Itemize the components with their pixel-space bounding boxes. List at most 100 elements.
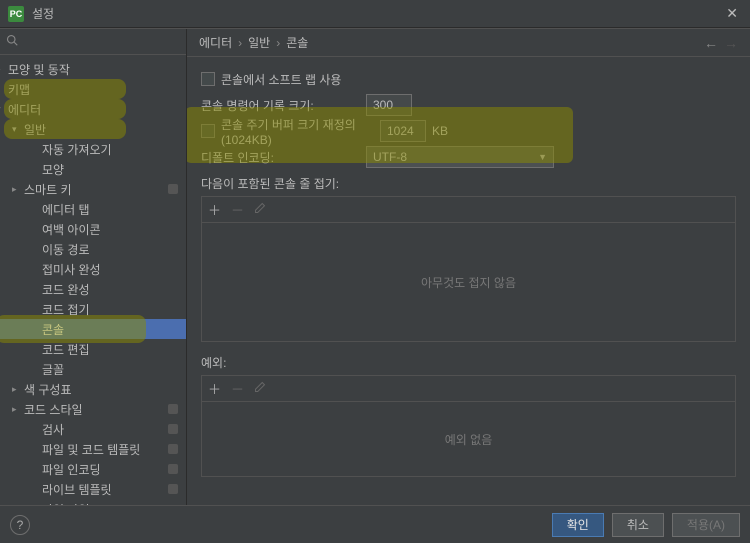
tree-item-label: 파일 타입 [42,501,178,506]
chevron-right-icon[interactable]: ▸ [12,184,22,195]
tree-item[interactable]: 키맵 [0,79,186,99]
exception-patterns-list[interactable]: 예외 없음 [201,401,736,477]
tree-item-label: 키맵 [8,81,178,98]
tree-item[interactable]: 자동 가져오기 [0,139,186,159]
scope-icon [168,424,178,434]
search-box[interactable] [0,29,186,55]
chevron-right-icon: › [276,36,280,50]
chevron-down-icon: ▼ [538,152,547,162]
tree-item[interactable]: 코드 완성 [0,279,186,299]
tree-item-label: 모양 [42,161,178,178]
tree-item[interactable]: 콘솔 [0,319,186,339]
chevron-right-icon[interactable]: ▸ [12,404,22,415]
tree-item[interactable]: ▾일반 [0,119,186,139]
soft-wrap-checkbox[interactable] [201,72,215,86]
tree-item[interactable]: 코드 편집 [0,339,186,359]
tree-item-label: 코드 완성 [42,281,178,298]
tree-item[interactable]: 라이브 템플릿 [0,479,186,499]
tree-item-label: 일반 [24,121,178,138]
tree-item-label: 검사 [42,421,164,438]
tree-item-label: 코드 편집 [42,341,178,358]
tree-item-label: 글꼴 [42,361,178,378]
chevron-right-icon[interactable]: ▸ [12,384,22,395]
tree-item[interactable]: ▸스마트 키 [0,179,186,199]
search-icon [6,34,18,49]
scope-icon [168,464,178,474]
chevron-down-icon[interactable]: ▾ [12,124,22,135]
app-icon: PC [8,6,24,22]
remove-icon: － [231,200,244,219]
tree-item[interactable]: 파일 인코딩 [0,459,186,479]
fold-patterns-list[interactable]: 아무것도 접지 않음 [201,222,736,342]
add-icon[interactable]: ＋ [208,200,221,219]
add-icon[interactable]: ＋ [208,379,221,398]
history-size-label: 콘솔 명령어 기록 크기: [201,97,366,114]
nav-forward-icon: → [724,35,738,51]
scope-icon [168,444,178,454]
tree-item[interactable]: 이동 경로 [0,239,186,259]
exception-toolbar: ＋ － [201,375,736,401]
chevron-right-icon[interactable]: ▸ [0,64,6,75]
encoding-value: UTF-8 [373,150,407,164]
window-title: 설정 [32,5,722,22]
settings-tree[interactable]: ▸모양 및 동작키맵▾에디터▾일반자동 가져오기모양▸스마트 키에디터 탭여백 … [0,55,186,505]
apply-button[interactable]: 적용(A) [672,513,740,537]
history-size-input[interactable] [366,94,412,116]
exception-empty-text: 예외 없음 [445,431,493,448]
breadcrumb-console: 콘솔 [286,34,308,51]
tree-item[interactable]: 여백 아이콘 [0,219,186,239]
search-input[interactable] [22,35,180,49]
fold-section-label: 다음이 포함된 콘솔 줄 접기: [201,175,736,192]
scope-icon [168,184,178,194]
tree-item[interactable]: 파일 타입 [0,499,186,505]
tree-item[interactable]: 검사 [0,419,186,439]
breadcrumb-general[interactable]: 일반 [248,34,270,51]
buffer-unit-label: KB [432,124,448,138]
settings-sidebar: ▸모양 및 동작키맵▾에디터▾일반자동 가져오기모양▸스마트 키에디터 탭여백 … [0,29,187,505]
tree-item-label: 파일 인코딩 [42,461,164,478]
remove-icon: － [231,379,244,398]
tree-item[interactable]: ▾에디터 [0,99,186,119]
buffer-size-input[interactable] [380,120,426,142]
tree-item-label: 파일 및 코드 템플릿 [42,441,164,458]
settings-form: 콘솔에서 소프트 랩 사용 콘솔 명령어 기록 크기: 콘솔 주기 버퍼 크기 … [187,57,750,505]
nav-back-icon[interactable]: ← [704,35,718,51]
close-icon[interactable]: ✕ [722,5,742,22]
exception-section-label: 예외: [201,354,736,371]
tree-item-label: 에디터 [8,101,178,118]
tree-item[interactable]: 코드 접기 [0,299,186,319]
chevron-down-icon[interactable]: ▾ [0,104,6,115]
ok-button[interactable]: 확인 [552,513,604,537]
help-button[interactable]: ? [10,515,30,535]
breadcrumb-editor[interactable]: 에디터 [199,34,232,51]
tree-item-label: 콘솔 [42,321,178,338]
tree-item[interactable]: 모양 [0,159,186,179]
tree-item[interactable]: 글꼴 [0,359,186,379]
tree-item-label: 여백 아이콘 [42,221,178,238]
scope-icon [168,484,178,494]
encoding-dropdown[interactable]: UTF-8 ▼ [366,146,554,168]
soft-wrap-label: 콘솔에서 소프트 랩 사용 [221,71,341,88]
tree-item[interactable]: ▸색 구성표 [0,379,186,399]
breadcrumb-bar: 에디터 › 일반 › 콘솔 ← → [187,29,750,57]
tree-item[interactable]: 파일 및 코드 템플릿 [0,439,186,459]
cancel-button[interactable]: 취소 [612,513,664,537]
tree-item[interactable]: ▸코드 스타일 [0,399,186,419]
tree-item[interactable]: ▸모양 및 동작 [0,59,186,79]
scope-icon [168,404,178,414]
tree-item-label: 코드 접기 [42,301,178,318]
tree-item-label: 접미사 완성 [42,261,178,278]
encoding-label: 디폴트 인코딩: [201,149,366,166]
buffer-override-checkbox[interactable] [201,124,215,138]
tree-item-label: 자동 가져오기 [42,141,178,158]
dialog-footer: ? 확인 취소 적용(A) [0,505,750,543]
fold-empty-text: 아무것도 접지 않음 [421,274,516,291]
tree-item-label: 스마트 키 [24,181,164,198]
buffer-override-label: 콘솔 주기 버퍼 크기 재정의(1024KB) [221,116,380,147]
tree-item[interactable]: 접미사 완성 [0,259,186,279]
tree-item-label: 색 구성표 [24,381,178,398]
tree-item[interactable]: 에디터 탭 [0,199,186,219]
tree-item-label: 이동 경로 [42,241,178,258]
tree-item-label: 코드 스타일 [24,401,164,418]
edit-icon [254,381,266,396]
